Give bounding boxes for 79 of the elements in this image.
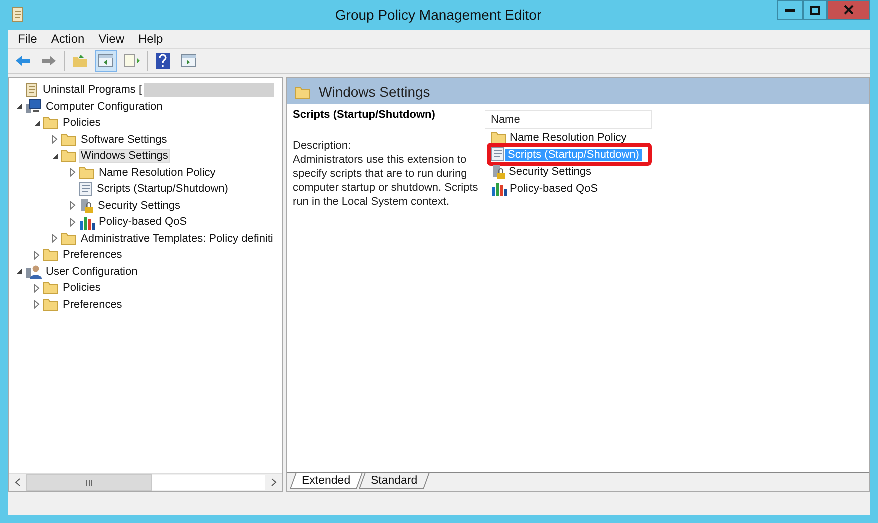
script-icon: [79, 182, 93, 197]
help-icon: [156, 53, 170, 69]
folder-icon: [43, 281, 59, 296]
folder-icon: [43, 248, 59, 262]
pane-title: Windows Settings: [319, 84, 430, 100]
menu-item[interactable]: File: [11, 32, 44, 46]
close-icon: [844, 5, 854, 15]
view-tab[interactable]: Extended: [290, 473, 363, 489]
view-tab[interactable]: Standard: [358, 473, 430, 489]
tree-item[interactable]: Policy-based QoS: [97, 215, 190, 230]
lock-icon: [491, 164, 506, 180]
collapse-arrow-icon[interactable]: [52, 152, 58, 160]
expand-arrow-icon[interactable]: [70, 168, 76, 178]
scrollbar-thumb[interactable]: [26, 474, 152, 491]
panel-icon: [181, 54, 197, 68]
folder-icon: [72, 54, 88, 68]
tree-item[interactable]: Policies: [61, 116, 103, 130]
description-text: Administrators use this extension to specify scripts that are to run during computer startup or shutdown. Scripts run in the Local System context.: [293, 153, 479, 209]
minimize-button[interactable]: [777, 0, 803, 20]
panel-icon: [98, 54, 114, 68]
user-icon: [25, 264, 42, 280]
maximize-icon: [810, 6, 820, 14]
folder-icon: [491, 130, 507, 144]
tree-item[interactable]: Uninstall Programs [: [41, 83, 144, 98]
right-arrow-icon: [41, 55, 57, 67]
folder-icon: [61, 132, 77, 147]
folder-icon: [79, 166, 95, 180]
expand-arrow-icon[interactable]: [34, 284, 40, 293]
expand-arrow-icon[interactable]: [52, 135, 58, 144]
bar-chart-icon: [491, 181, 507, 196]
menu-item[interactable]: Help: [132, 32, 170, 46]
description-label: Description:: [293, 139, 352, 153]
left-arrow-icon: [15, 55, 31, 67]
column-header[interactable]: Name: [485, 110, 652, 129]
app-scroll-icon: [11, 7, 25, 23]
tree-toggle-button[interactable]: [95, 50, 117, 72]
tree-item[interactable]: Security Settings: [96, 198, 183, 213]
tree-item[interactable]: Name Resolution Policy: [97, 166, 218, 180]
lock-icon: [79, 198, 94, 214]
collapse-arrow-icon[interactable]: [34, 120, 40, 127]
tree-item[interactable]: Administrative Templates: Policy definiti: [79, 232, 276, 246]
menu-item[interactable]: Action: [44, 32, 92, 46]
window-title: Group Policy Management Editor: [334, 7, 543, 23]
close-button[interactable]: [827, 0, 870, 20]
grip-icon: [86, 480, 92, 486]
tree-item[interactable]: Scripts (Startup/Shutdown): [95, 182, 230, 196]
folder-icon: [61, 149, 77, 164]
bar-chart-icon: [79, 214, 95, 230]
tree-item[interactable]: Preferences: [61, 298, 124, 312]
tree-item[interactable]: Computer Configuration: [44, 100, 165, 114]
list-item[interactable]: Security Settings: [506, 166, 595, 178]
tree-item[interactable]: User Configuration: [44, 264, 140, 279]
menu-item[interactable]: View: [92, 32, 132, 46]
expand-arrow-icon[interactable]: [52, 234, 58, 244]
folder-icon: [295, 86, 311, 100]
tree-item[interactable]: Preferences: [61, 248, 124, 262]
expand-arrow-icon[interactable]: [70, 218, 76, 227]
tree-item[interactable]: Windows Settings: [79, 149, 170, 164]
tree-item[interactable]: Policies: [61, 281, 103, 296]
expand-arrow-icon[interactable]: [34, 300, 40, 310]
folder-icon: [43, 116, 59, 130]
document-icon: [25, 82, 39, 98]
minimize-icon: [785, 8, 795, 12]
folder-icon: [61, 232, 77, 246]
list-item[interactable]: Policy-based QoS: [507, 182, 602, 194]
item-title: Scripts (Startup/Shutdown): [293, 109, 436, 121]
tree-item[interactable]: Software Settings: [79, 132, 170, 147]
expand-arrow-icon[interactable]: [34, 250, 40, 260]
chevron-left-icon: [14, 478, 20, 487]
chevron-right-icon: [270, 478, 276, 487]
export-icon: [124, 54, 140, 68]
list-item[interactable]: Name Resolution Policy: [507, 132, 630, 144]
computer-icon: [25, 99, 42, 114]
maximize-button[interactable]: [803, 0, 827, 20]
collapse-arrow-icon[interactable]: [16, 268, 22, 276]
expand-arrow-icon[interactable]: [70, 201, 76, 210]
folder-icon: [43, 298, 59, 312]
script-icon: [491, 147, 505, 162]
collapse-arrow-icon[interactable]: [16, 103, 22, 110]
